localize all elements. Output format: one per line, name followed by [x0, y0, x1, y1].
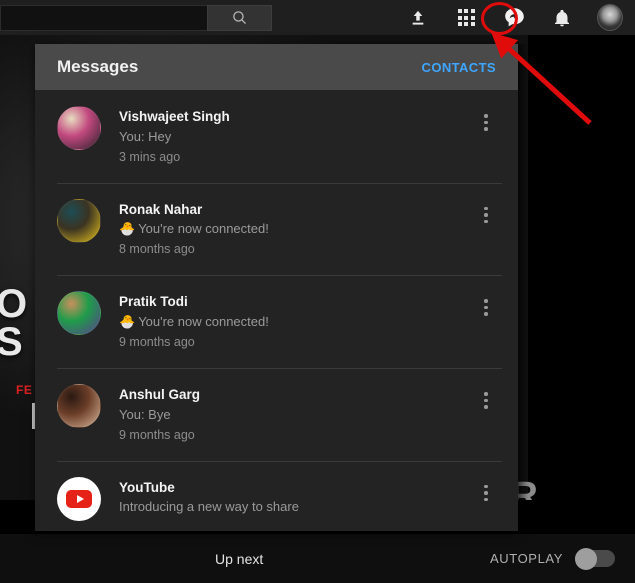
- message-snippet: You: Bye: [119, 405, 474, 425]
- messages-panel-header: Messages CONTACTS: [35, 44, 518, 90]
- apps-grid-icon[interactable]: [453, 5, 479, 31]
- message-text-block: Pratik Todi🐣You're now connected!9 month…: [119, 291, 474, 352]
- contact-name: Anshul Garg: [119, 385, 474, 405]
- masthead-icons: [405, 5, 635, 31]
- autoplay-toggle-knob: [575, 548, 597, 570]
- autoplay-control: AUTOPLAY: [490, 550, 615, 567]
- status-emoji: 🐣: [119, 221, 135, 236]
- message-timestamp: 3 mins ago: [119, 147, 474, 167]
- message-row[interactable]: Pratik Todi🐣You're now connected!9 month…: [35, 275, 518, 368]
- contact-name: Ronak Nahar: [119, 200, 474, 220]
- up-next-bar: Up next AUTOPLAY: [0, 534, 635, 583]
- up-next-label: Up next: [215, 551, 263, 567]
- account-avatar[interactable]: [597, 5, 623, 31]
- contact-name: Pratik Todi: [119, 292, 474, 312]
- contacts-link[interactable]: CONTACTS: [422, 60, 496, 75]
- message-row[interactable]: Anshul GargYou: Bye9 months ago: [35, 368, 518, 461]
- autoplay-toggle[interactable]: [575, 550, 615, 567]
- messages-list: Vishwajeet SinghYou: Hey3 mins ago Ronak …: [35, 90, 518, 531]
- messages-panel: Messages CONTACTS Vishwajeet SinghYou: H…: [35, 44, 518, 531]
- message-timestamp: 9 months ago: [119, 425, 474, 445]
- message-row[interactable]: Ronak Nahar🐣You're now connected!8 month…: [35, 183, 518, 276]
- search-field[interactable]: [0, 5, 207, 31]
- message-text-block: Vishwajeet SinghYou: Hey3 mins ago: [119, 106, 474, 167]
- status-emoji: 🐣: [119, 314, 135, 329]
- message-snippet: Introducing a new way to share: [119, 497, 474, 517]
- message-text-block: Ronak Nahar🐣You're now connected!8 month…: [119, 199, 474, 260]
- contact-name: Vishwajeet Singh: [119, 107, 474, 127]
- upload-icon[interactable]: [405, 5, 431, 31]
- more-vertical-icon[interactable]: [474, 106, 498, 131]
- message-snippet: You: Hey: [119, 127, 474, 147]
- video-overlay-line1: O: [0, 285, 26, 323]
- contact-avatar: [57, 199, 101, 243]
- video-overlay-line2: S: [0, 323, 22, 361]
- messages-title: Messages: [57, 57, 138, 77]
- contact-avatar: [57, 291, 101, 335]
- message-snippet: 🐣You're now connected!: [119, 219, 474, 239]
- contact-avatar: [57, 106, 101, 150]
- message-text-block: Anshul GargYou: Bye9 months ago: [119, 384, 474, 445]
- contact-avatar: [57, 384, 101, 428]
- message-snippet: 🐣You're now connected!: [119, 312, 474, 332]
- message-timestamp: 9 months ago: [119, 332, 474, 352]
- more-vertical-icon[interactable]: [474, 384, 498, 409]
- message-text-block: YouTubeIntroducing a new way to share: [119, 477, 474, 518]
- contact-name: YouTube: [119, 478, 474, 498]
- youtube-page: O S FE 1R HD: [0, 0, 635, 583]
- message-timestamp: 8 months ago: [119, 239, 474, 259]
- notifications-bell-icon[interactable]: [549, 5, 575, 31]
- more-vertical-icon[interactable]: [474, 199, 498, 224]
- masthead: [0, 0, 635, 35]
- more-vertical-icon[interactable]: [474, 291, 498, 316]
- more-vertical-icon[interactable]: [474, 477, 498, 502]
- message-row[interactable]: Vishwajeet SinghYou: Hey3 mins ago: [35, 90, 518, 183]
- video-overlay-red-text: FE: [16, 383, 32, 397]
- messages-bubble-icon[interactable]: [501, 5, 527, 31]
- message-row[interactable]: YouTubeIntroducing a new way to share: [35, 461, 518, 531]
- search-input[interactable]: [1, 6, 207, 30]
- autoplay-label: AUTOPLAY: [490, 551, 563, 566]
- search-button[interactable]: [207, 5, 272, 31]
- youtube-logo-avatar: [57, 477, 101, 521]
